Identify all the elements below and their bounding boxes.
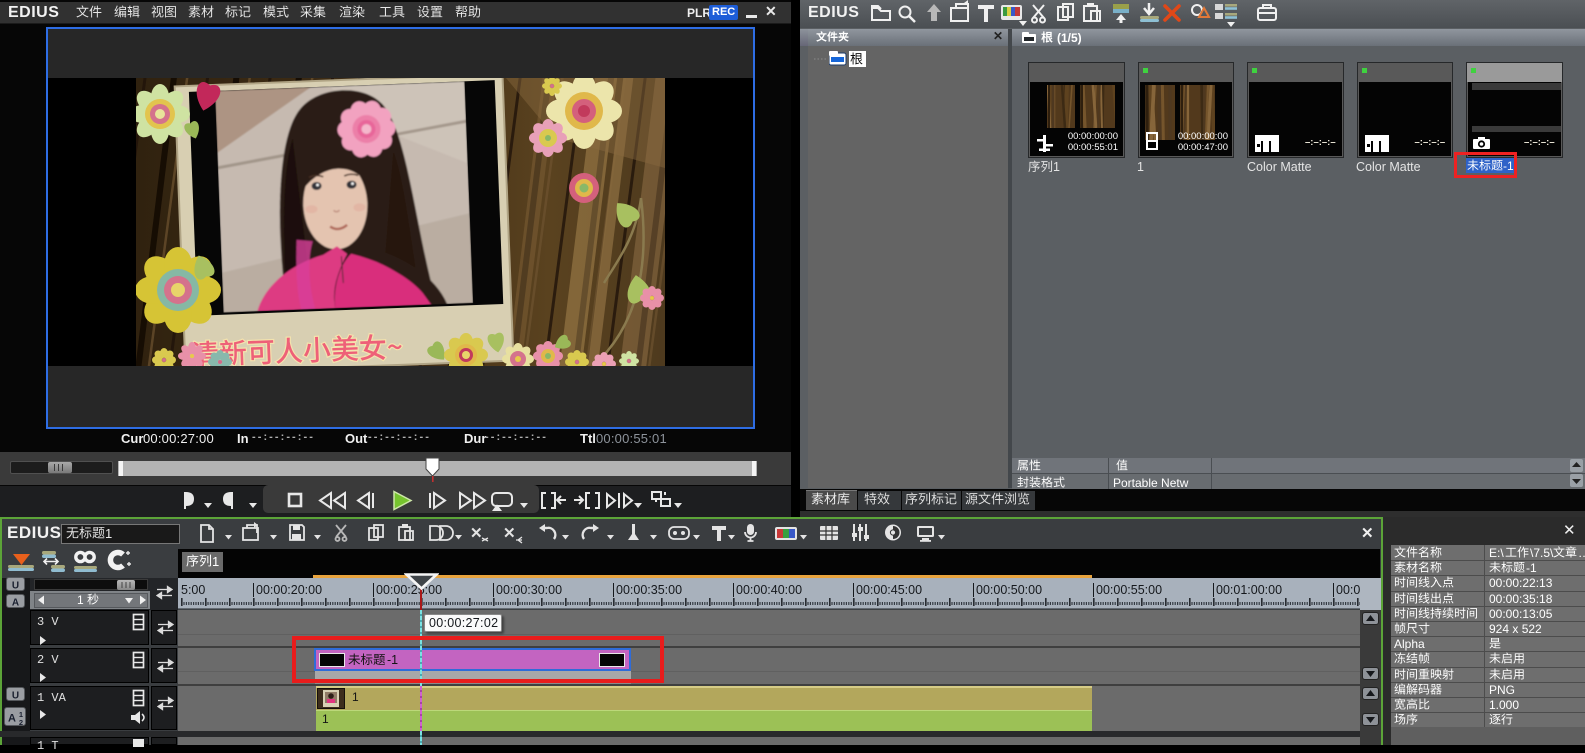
svg-text:U: U — [12, 691, 19, 702]
svg-text:✕: ✕ — [470, 525, 483, 542]
svg-text:U: U — [12, 581, 19, 592]
svg-text:✕: ✕ — [503, 525, 516, 542]
svg-text:A: A — [8, 713, 16, 725]
svg-text:2: 2 — [19, 718, 23, 726]
svg-text:A: A — [12, 598, 19, 609]
